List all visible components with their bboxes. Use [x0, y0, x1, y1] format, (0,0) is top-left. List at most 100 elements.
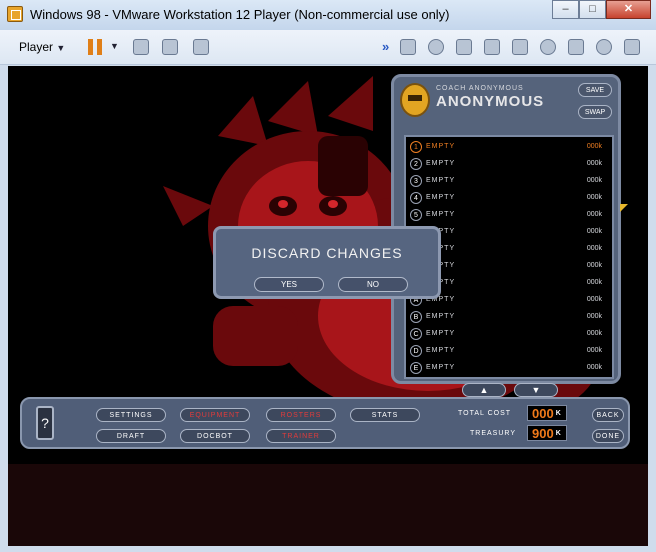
printer-icon[interactable]: [568, 39, 584, 55]
floppy-icon[interactable]: [456, 39, 472, 55]
save-button[interactable]: SAVE: [578, 83, 612, 97]
yes-button[interactable]: YES: [254, 277, 324, 292]
total-cost-label: TOTAL COST: [458, 410, 512, 417]
slot-cost: 000k: [586, 313, 602, 320]
slot-cost: 000k: [586, 347, 602, 354]
slot-name: EMPTY: [426, 364, 456, 371]
roster-slot[interactable]: C EMPTY 000k: [410, 326, 608, 342]
slot-name: EMPTY: [426, 143, 456, 150]
player-menu-label: Player: [19, 40, 54, 54]
slot-cost: 000k: [586, 177, 602, 184]
slot-cost: 000k: [586, 279, 602, 286]
fit-guest-icon[interactable]: [162, 39, 178, 55]
slot-name: EMPTY: [426, 160, 456, 167]
more-devices-icon[interactable]: »: [382, 39, 398, 55]
equipment-button[interactable]: EQUIPMENT: [180, 408, 250, 422]
roster-slot[interactable]: E EMPTY 000k: [410, 360, 608, 376]
slot-name: EMPTY: [426, 313, 456, 320]
slot-number: B: [410, 311, 422, 323]
camera-icon[interactable]: [596, 39, 612, 55]
webcam-icon[interactable]: [540, 39, 556, 55]
dialog-title: DISCARD CHANGES: [251, 245, 403, 261]
swap-button[interactable]: SWAP: [578, 105, 612, 119]
roster-slot[interactable]: 4 EMPTY 000k: [410, 190, 608, 206]
rosters-button[interactable]: ROSTERS: [266, 408, 336, 422]
slot-number: D: [410, 345, 422, 357]
roster-slot[interactable]: 5 EMPTY 000k: [410, 207, 608, 223]
slot-number: C: [410, 328, 422, 340]
draft-button[interactable]: DRAFT: [96, 429, 166, 443]
slot-cost: 000k: [586, 296, 602, 303]
slot-cost: 000k: [586, 228, 602, 235]
slot-number: 1: [410, 141, 422, 153]
back-button[interactable]: BACK: [592, 408, 624, 422]
settings-button[interactable]: SETTINGS: [96, 408, 166, 422]
no-button[interactable]: NO: [338, 277, 408, 292]
usb-controller-icon[interactable]: [512, 39, 528, 55]
vmware-app-icon: [7, 6, 23, 22]
trainer-button[interactable]: TRAINER: [266, 429, 336, 443]
done-button[interactable]: DONE: [592, 429, 624, 443]
slot-name: EMPTY: [426, 330, 456, 337]
window-bottom-border: [0, 546, 656, 552]
treasury-display: 900 K: [527, 425, 567, 441]
scroll-up-button[interactable]: ▲: [462, 383, 506, 397]
total-cost-display: 000 K: [527, 405, 567, 421]
slot-number: 3: [410, 175, 422, 187]
chevron-down-icon: ▼: [56, 43, 66, 53]
lower-dark-band: [8, 464, 648, 546]
docbot-button[interactable]: DOCBOT: [180, 429, 250, 443]
slot-cost: 000k: [586, 262, 602, 269]
roster-slot[interactable]: 1 EMPTY 000k: [410, 139, 608, 155]
mouse-cursor-icon: [620, 204, 628, 212]
slot-name: EMPTY: [426, 347, 456, 354]
scroll-down-button[interactable]: ▼: [514, 383, 558, 397]
help-button[interactable]: ?: [36, 406, 54, 440]
window-titlebar: Windows 98 - VMware Workstation 12 Playe…: [0, 0, 656, 31]
pause-menu-chevron-icon[interactable]: ▼: [110, 41, 120, 57]
roster-slot[interactable]: B EMPTY 000k: [410, 309, 608, 325]
treasury-unit: K: [555, 430, 561, 437]
slot-name: EMPTY: [426, 177, 456, 184]
coach-name: ANONYMOUS: [436, 93, 545, 110]
close-button[interactable]: ✕: [606, 0, 651, 19]
slot-cost: 000k: [586, 245, 602, 252]
send-ctrl-alt-del-icon[interactable]: [133, 39, 149, 55]
slot-number: 2: [410, 158, 422, 170]
slot-cost: 000k: [586, 160, 602, 167]
unity-mode-icon[interactable]: [193, 39, 209, 55]
stats-button[interactable]: STATS: [350, 408, 420, 422]
roster-slot[interactable]: 2 EMPTY 000k: [410, 156, 608, 172]
maximize-button[interactable]: □: [579, 0, 606, 19]
slot-name: EMPTY: [426, 194, 456, 201]
slot-number: E: [410, 362, 422, 374]
slot-cost: 000k: [586, 330, 602, 337]
roster-slot[interactable]: D EMPTY 000k: [410, 343, 608, 359]
slot-cost: 000k: [586, 194, 602, 201]
slot-name: EMPTY: [426, 211, 456, 218]
bottom-nav-bar: ? SETTINGS EQUIPMENT ROSTERS STATS DRAFT…: [20, 397, 630, 449]
treasury-label: TREASURY: [470, 430, 516, 437]
slot-cost: 000k: [586, 211, 602, 218]
minimize-button[interactable]: –: [552, 0, 579, 19]
hard-disk-icon[interactable]: [400, 39, 416, 55]
network-adapter-icon[interactable]: [484, 39, 500, 55]
message-icon[interactable]: [624, 39, 640, 55]
pause-icon[interactable]: [88, 39, 102, 55]
slot-cost: 000k: [586, 143, 602, 150]
coach-helmet-icon: [400, 83, 430, 117]
window-controls: – □ ✕: [552, 0, 651, 20]
treasury-value: 900: [532, 426, 554, 441]
guest-screen[interactable]: COACH ANONYMOUS ANONYMOUS SAVE SWAP 1 EM…: [8, 66, 648, 546]
slot-number: 4: [410, 192, 422, 204]
slot-cost: 000k: [586, 364, 602, 371]
vm-toolbar: Player ▼ ▼ »: [0, 30, 656, 65]
cd-dvd-icon[interactable]: [428, 39, 444, 55]
total-cost-value: 000: [532, 406, 554, 421]
window-title: Windows 98 - VMware Workstation 12 Playe…: [30, 7, 450, 22]
coach-label: COACH ANONYMOUS: [436, 85, 524, 92]
player-menu-button[interactable]: Player ▼: [19, 40, 65, 54]
slot-number: 5: [410, 209, 422, 221]
total-cost-unit: K: [555, 410, 561, 417]
roster-slot[interactable]: 3 EMPTY 000k: [410, 173, 608, 189]
